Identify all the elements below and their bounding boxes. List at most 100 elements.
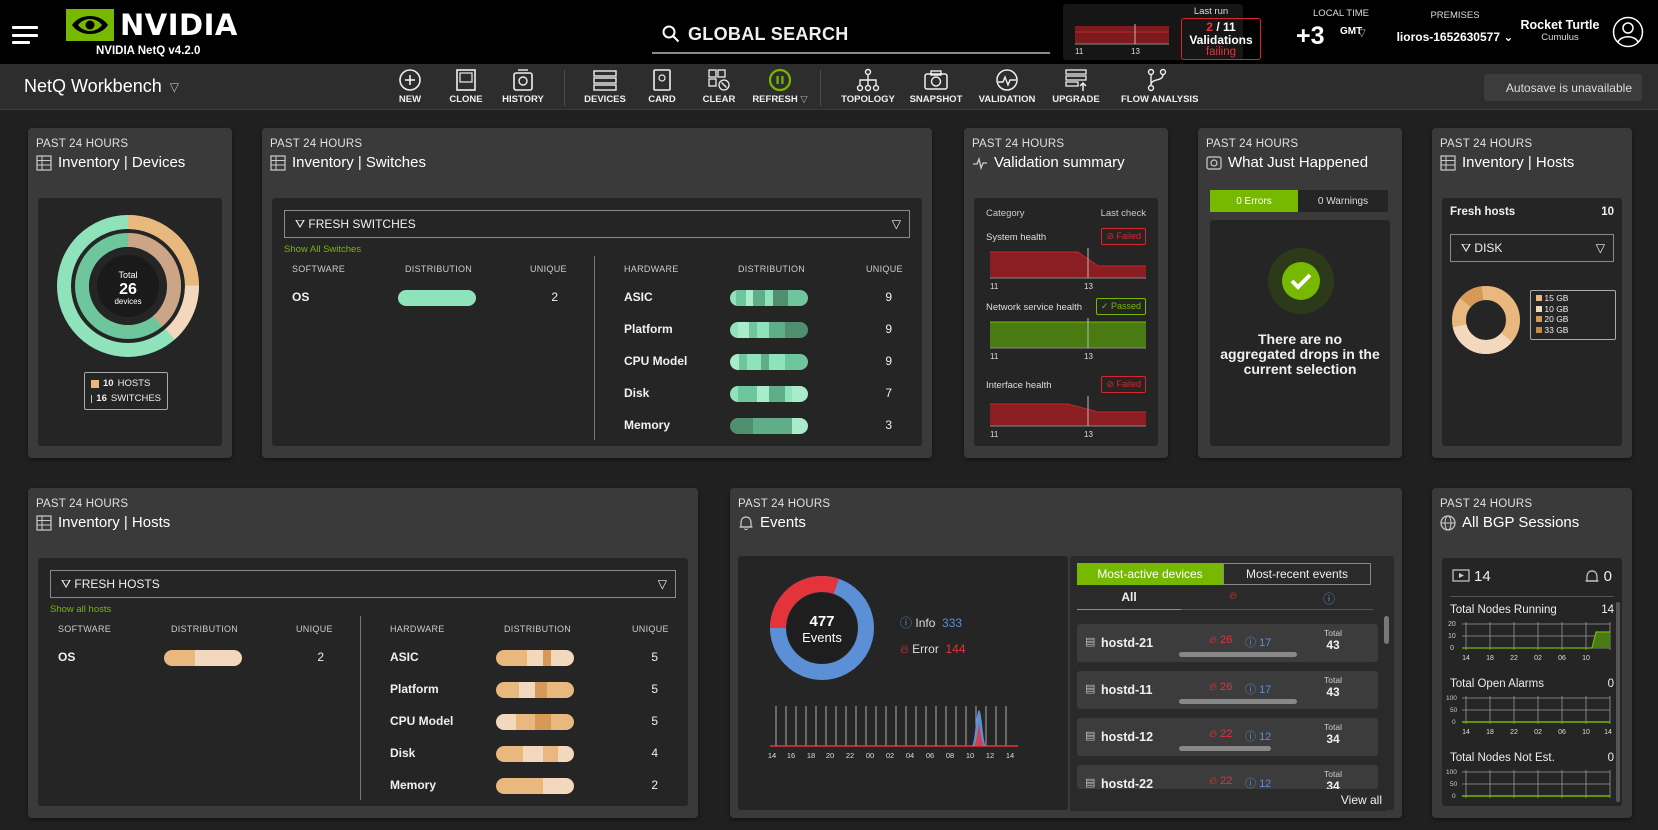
disk-filter-dropdown[interactable]: ⛛ DISK ▽ — [1450, 234, 1614, 262]
hardware-distribution-bar[interactable] — [730, 322, 808, 338]
bgp-scrollbar[interactable] — [1616, 602, 1620, 802]
hardware-distribution-bar[interactable] — [496, 746, 574, 762]
chevron-down-icon[interactable]: ▽ — [800, 94, 807, 105]
toolbar-divider — [820, 70, 821, 106]
hosts-filter-dropdown[interactable]: ⛛ FRESH HOSTS ▽ — [50, 570, 676, 598]
show-all-switches-link[interactable]: Show All Switches — [284, 244, 361, 255]
clone-button[interactable]: CLONE — [434, 68, 498, 105]
filter-value: FRESH HOSTS — [74, 577, 160, 591]
history-button[interactable]: HISTORY — [491, 68, 555, 105]
subtab-errors-fire-icon[interactable]: 🔥︎ — [1181, 590, 1285, 610]
switches-filter-dropdown[interactable]: ⛛ FRESH SWITCHES ▽ — [284, 210, 910, 238]
status-passed-badge[interactable]: ✓ Passed — [1095, 298, 1146, 315]
clear-button[interactable]: CLEAR — [687, 68, 751, 105]
tab-most-recent-events[interactable]: Most-recent events — [1223, 563, 1371, 585]
device-icon: ▤ — [1085, 730, 1096, 742]
nvidia-logo[interactable]: NVIDIA — [66, 8, 238, 42]
hardware-distribution-bar[interactable] — [496, 682, 574, 698]
fresh-hosts-label: Fresh hosts — [1450, 206, 1516, 218]
validation-button[interactable]: VALIDATION — [975, 68, 1039, 105]
inventory-switches-card[interactable]: PAST 24 HOURS Inventory | Switches ⛛ FRE… — [262, 128, 932, 458]
workbench-selector[interactable]: NetQ Workbench ▽ — [24, 76, 179, 97]
chevron-down-icon[interactable]: ⌄ — [1503, 30, 1513, 44]
software-distribution-bar[interactable] — [164, 650, 242, 666]
inventory-hosts-card[interactable]: PAST 24 HOURS Inventory | Hosts ⛛ FRESH … — [28, 488, 698, 818]
events-list-scrollbar[interactable] — [1384, 616, 1389, 644]
view-all-link[interactable]: View all — [1070, 789, 1386, 811]
devices-unit: devices — [114, 297, 141, 306]
hardware-distribution-bar[interactable] — [496, 778, 574, 794]
event-device-row[interactable]: ▤ hostd-22 🔥︎ 22 ⓘ 12 Total 34 — [1077, 765, 1378, 789]
info-count: ⓘ 17 — [1245, 637, 1272, 649]
event-device-row[interactable]: ▤ hostd-11 🔥︎ 26 ⓘ 17 Total 43 — [1077, 671, 1378, 709]
card-title: All BGP Sessions — [1462, 514, 1580, 531]
chevron-down-icon: ▽ — [1595, 241, 1605, 255]
last-run-validations[interactable]: 11 13 Last run 2 / 11 Validations failin… — [1063, 4, 1261, 60]
refresh-button[interactable]: REFRESH ▽ — [748, 68, 812, 105]
chevron-down-icon[interactable]: ▽ — [170, 80, 179, 94]
local-time-label: LOCAL TIME — [1313, 8, 1369, 19]
hamburger-menu-icon[interactable] — [12, 26, 38, 44]
x-tick: 20 — [826, 751, 834, 760]
user-info[interactable]: Rocket Turtle Cumulus — [1516, 18, 1604, 43]
nodes-not-established-chart: 100 50 0 — [1446, 769, 1611, 800]
subtab-info-icon[interactable]: ⓘ — [1285, 590, 1373, 610]
hardware-unique: 3 — [885, 418, 892, 432]
bgp-sessions-card[interactable]: PAST 24 HOURS All BGP Sessions 14 0 Tota… — [1432, 488, 1632, 818]
table-icon — [270, 154, 286, 171]
hardware-distribution-bar[interactable] — [730, 354, 808, 370]
event-device-row[interactable]: ▤ hostd-21 🔥︎ 26 ⓘ 17 Total 43 — [1077, 624, 1378, 662]
what-just-happened-card[interactable]: PAST 24 HOURS What Just Happened 0 Error… — [1198, 128, 1402, 458]
col-software: SOFTWARE — [292, 264, 346, 274]
devices-icon — [593, 70, 617, 91]
global-search[interactable]: GLOBAL SEARCH — [652, 16, 1050, 54]
card-timeframe: PAST 24 HOURS — [36, 138, 129, 150]
devices-button[interactable]: DEVICES — [573, 68, 637, 105]
software-distribution-bar[interactable] — [398, 290, 476, 306]
local-time[interactable]: LOCAL TIME +3 GMT ▽ — [1296, 8, 1386, 50]
tab-warnings[interactable]: 0 Warnings — [1298, 190, 1388, 212]
inventory-devices-card[interactable]: PAST 24 HOURS Inventory | Devices Total … — [28, 128, 232, 458]
inventory-hosts-small-card[interactable]: PAST 24 HOURS Inventory | Hosts Fresh ho… — [1432, 128, 1632, 458]
chevron-down-icon[interactable]: ▽ — [1358, 28, 1366, 39]
show-all-hosts-link[interactable]: Show all hosts — [50, 604, 111, 615]
tab-most-active-devices[interactable]: Most-active devices — [1077, 563, 1223, 585]
chart-tick: 13 — [1084, 282, 1093, 291]
event-device-row[interactable]: ▤ hostd-12 🔥︎ 22 ⓘ 12 Total 34 — [1077, 718, 1378, 756]
validation-summary-card[interactable]: PAST 24 HOURS Validation summary Categor… — [964, 128, 1168, 458]
legend-swatch — [1536, 326, 1542, 333]
col-unique: UNIQUE — [296, 624, 333, 634]
x-tick: 16 — [787, 751, 795, 760]
premises-value: lioros-1652630577 — [1396, 30, 1500, 44]
hardware-distribution-bar[interactable] — [730, 290, 808, 306]
upgrade-button[interactable]: UPGRADE — [1044, 68, 1108, 105]
hardware-distribution-bar[interactable] — [496, 650, 574, 666]
hardware-distribution-bar[interactable] — [730, 386, 808, 402]
topology-button[interactable]: TOPOLOGY — [836, 68, 900, 105]
user-avatar-icon[interactable] — [1612, 16, 1644, 48]
status-failed-badge[interactable]: ⊘ Failed — [1101, 376, 1146, 393]
card-button[interactable]: CARD — [630, 68, 694, 105]
hardware-row-label: Platform — [624, 322, 673, 336]
subtab-all[interactable]: All — [1077, 590, 1181, 610]
validations-failing-badge[interactable]: 2 / 11 Validations failing — [1181, 18, 1261, 60]
hardware-distribution-bar[interactable] — [730, 418, 808, 434]
flow-analysis-button[interactable]: FLOW ANALYSIS — [1121, 68, 1198, 105]
col-hardware: HARDWARE — [624, 264, 679, 274]
devices-legend: 10 HOSTS 16 SWITCHES — [84, 372, 168, 410]
devices-donut-chart: Total 26 devices — [57, 215, 199, 357]
snapshot-button[interactable]: SNAPSHOT — [904, 68, 968, 105]
error-count: 🔥︎ 22 — [1209, 775, 1233, 787]
status-failed-badge[interactable]: ⊘ Failed — [1101, 228, 1146, 245]
hardware-unique: 9 — [885, 290, 892, 304]
device-name: hostd-21 — [1101, 636, 1154, 650]
tab-errors[interactable]: 0 Errors — [1210, 190, 1298, 212]
hardware-distribution-bar[interactable] — [496, 714, 574, 730]
fire-icon: 🔥︎ — [1209, 728, 1218, 740]
info-count: ⓘ 17 — [1245, 684, 1272, 696]
device-icon: ▤ — [1085, 636, 1096, 648]
premises-selector[interactable]: PREMISES lioros-1652630577 ⌄ — [1395, 10, 1515, 44]
clear-label: CLEAR — [702, 94, 736, 105]
new-card-button[interactable]: NEW — [378, 68, 442, 105]
premises-label: PREMISES — [1430, 10, 1480, 21]
